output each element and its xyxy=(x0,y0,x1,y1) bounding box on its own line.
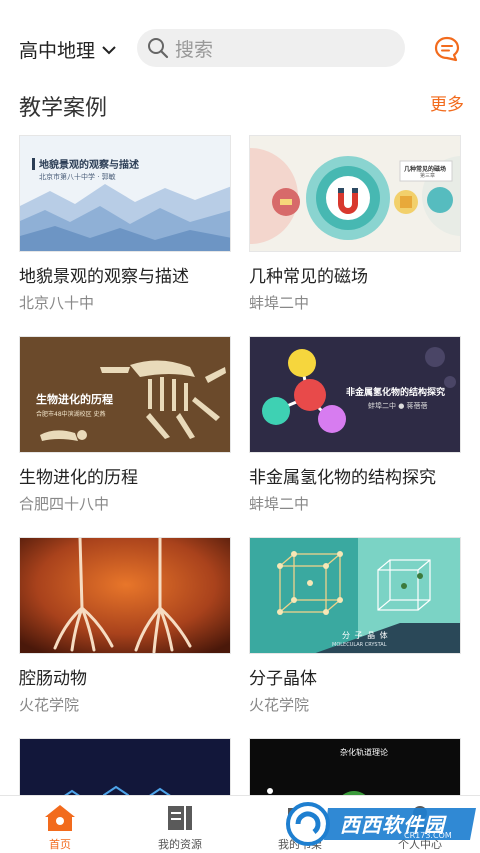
thumb-title: 生物进化的历程 xyxy=(36,393,113,406)
thumb-subtitle: 第三章 xyxy=(420,173,436,179)
thumb-title: 分 子 晶 体 xyxy=(342,631,389,640)
case-card[interactable]: 腔肠动物 火花学院 xyxy=(19,537,231,714)
message-icon[interactable] xyxy=(434,36,460,62)
case-card[interactable]: 地貌景观的观察与描述 北京市第八十中学 · 郭敏 地貌景观的观察与描述 北京八十… xyxy=(19,135,231,312)
nav-my-resources[interactable]: 我的资源 xyxy=(120,796,240,853)
card-school: 合肥四十八中 xyxy=(19,495,110,513)
card-school: 火花学院 xyxy=(19,696,80,714)
top-bar: 高中地理 搜索 xyxy=(0,0,480,96)
card-title: 地貌景观的观察与描述 xyxy=(19,267,189,287)
card-title: 腔肠动物 xyxy=(19,669,87,689)
card-thumbnail: 地貌景观的观察与描述 北京市第八十中学 · 郭敏 xyxy=(19,135,231,252)
card-title: 非金属氢化物的结构探究 xyxy=(249,468,436,488)
resources-icon xyxy=(168,806,192,830)
thumb-subtitle: 蚌埠二中 ● 蒋蓓蓓 xyxy=(368,402,428,410)
card-thumbnail: 非金属氢化物的结构探究 蚌埠二中 ● 蒋蓓蓓 xyxy=(249,336,461,453)
case-card[interactable]: 非金属氢化物的结构探究 蚌埠二中 ● 蒋蓓蓓 非金属氢化物的结构探究 蚌埠二中 xyxy=(249,336,461,513)
home-icon xyxy=(45,805,75,831)
thumb-title: 地貌景观的观察与描述 xyxy=(39,160,139,171)
card-thumbnail xyxy=(19,537,231,654)
search-placeholder: 搜索 xyxy=(175,38,214,61)
card-thumbnail: 分 子 晶 体 MOLECULAR CRYSTAL xyxy=(249,537,461,654)
thumb-title: 杂化轨道理论 xyxy=(340,748,388,757)
thumb-title: 非金属氢化物的结构探究 xyxy=(346,388,446,398)
card-school: 火花学院 xyxy=(249,696,310,714)
thumb-subtitle: MOLECULAR CRYSTAL xyxy=(332,642,387,648)
search-bar[interactable]: 搜索 xyxy=(137,29,405,67)
watermark-subtext: CR173.COM xyxy=(404,831,452,840)
card-thumbnail: 几种常见的磁场 第三章 xyxy=(249,135,461,252)
section-title: 教学案例 xyxy=(19,96,108,121)
nav-home[interactable]: 首页 xyxy=(0,796,120,853)
card-title: 生物进化的历程 xyxy=(19,468,138,488)
search-icon xyxy=(148,38,169,59)
nav-home-label: 首页 xyxy=(49,838,71,851)
card-title: 几种常见的磁场 xyxy=(249,267,368,287)
subject-label: 高中地理 xyxy=(19,40,96,62)
more-link[interactable]: 更多 xyxy=(430,90,464,115)
case-card[interactable]: 几种常见的磁场 第三章 几种常见的磁场 蚌埠二中 xyxy=(249,135,461,312)
card-school: 蚌埠二中 xyxy=(249,294,310,312)
thumb-subtitle: 北京市第八十中学 · 郭敏 xyxy=(39,173,116,181)
case-card[interactable]: 生物进化的历程 合肥市48中滨湖校区 史燕 生物进化的历程 合肥四十八中 xyxy=(19,336,231,513)
chevron-down-icon xyxy=(102,45,116,54)
subject-selector[interactable]: 高中地理 xyxy=(19,36,117,63)
thumb-subtitle: 合肥市48中滨湖校区 史燕 xyxy=(36,411,106,418)
card-title: 分子晶体 xyxy=(249,669,317,689)
watermark-logo: 西西软件园 CR173.COM xyxy=(284,800,480,848)
card-school: 蚌埠二中 xyxy=(249,495,310,513)
nav-my-resources-label: 我的资源 xyxy=(158,838,202,851)
case-card[interactable]: 分 子 晶 体 MOLECULAR CRYSTAL 分子晶体 火花学院 xyxy=(249,537,461,714)
card-school: 北京八十中 xyxy=(19,294,95,312)
card-thumbnail: 生物进化的历程 合肥市48中滨湖校区 史燕 xyxy=(19,336,231,453)
